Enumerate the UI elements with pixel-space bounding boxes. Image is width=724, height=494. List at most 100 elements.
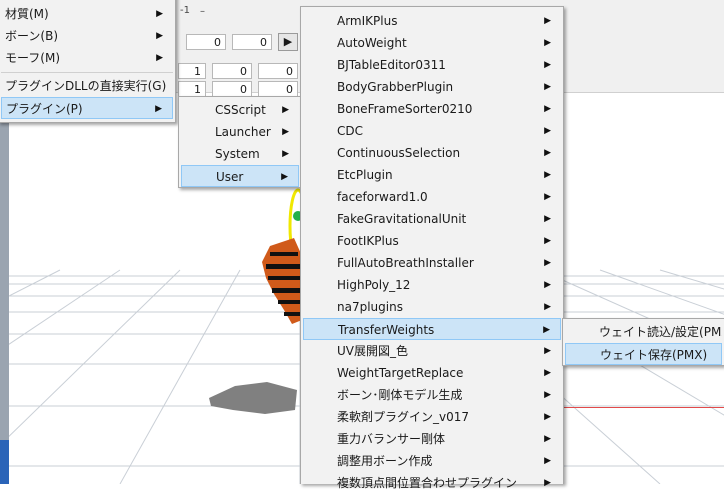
menu-item-launcher[interactable]: Launcher ▶	[181, 121, 299, 143]
menu-separator	[1, 72, 173, 73]
panel-dash: –	[200, 6, 205, 17]
menu-item-label: ウェイト読込/設定(PMX)	[599, 325, 722, 339]
menu-item-bone[interactable]: ボーン(B) ▶	[1, 25, 173, 47]
menu-item-label: User	[216, 170, 244, 184]
menu-item-label: ボーン(B)	[5, 29, 58, 43]
menu-item-label: FootIKPlus	[337, 234, 399, 248]
submenu-arrow-icon: ▶	[544, 390, 551, 400]
menu-item-plugin-entry[interactable]: AutoWeight ▶	[303, 32, 561, 54]
menu-item-system[interactable]: System ▶	[181, 143, 299, 165]
menu-item-label: FakeGravitationalUnit	[337, 212, 467, 226]
menu-item-plugin-entry[interactable]: 複数頂点間位置合わせプラグイン ▶	[303, 472, 561, 494]
menu-item-plugin-entry[interactable]: na7plugins ▶	[303, 296, 561, 318]
submenu-arrow-icon: ▶	[544, 434, 551, 444]
menu-item-label: FullAutoBreathInstaller	[337, 256, 474, 270]
menu-item-plugin-entry[interactable]: FullAutoBreathInstaller ▶	[303, 252, 561, 274]
menu-item-run-plugin-dll[interactable]: プラグインDLLの直接実行(G)	[1, 75, 173, 97]
menu-item-plugin-entry[interactable]: ボーン･剛体モデル生成 ▶	[303, 384, 561, 406]
menu-item-user[interactable]: User ▶	[181, 165, 299, 187]
submenu-arrow-icon: ▶	[544, 412, 551, 422]
menu-item-plugin-entry[interactable]: HighPoly_12 ▶	[303, 274, 561, 296]
submenu-arrow-icon: ▶	[282, 149, 289, 159]
menu-item-label: UV展開図_色	[337, 344, 408, 358]
value-field[interactable]: 1	[178, 81, 206, 97]
submenu-arrow-icon: ▶	[544, 38, 551, 48]
menu-item-plugin-entry[interactable]: faceforward1.0 ▶	[303, 186, 561, 208]
menu-item-label: ボーン･剛体モデル生成	[337, 388, 463, 402]
submenu-arrow-icon: ▶	[282, 127, 289, 137]
submenu-arrow-icon: ▶	[544, 60, 551, 70]
submenu-arrow-icon: ▶	[544, 236, 551, 246]
value-field[interactable]: 1	[178, 63, 206, 79]
transferweights-submenu: ウェイト読込/設定(PMX) ウェイト保存(PMX)	[562, 318, 724, 366]
menu-item-plugin-entry[interactable]: 調整用ボーン作成 ▶	[303, 450, 561, 472]
menu-item-plugin-entry[interactable]: 重力バランサー剛体 ▶	[303, 428, 561, 450]
submenu-arrow-icon: ▶	[544, 258, 551, 268]
menu-item-plugin[interactable]: プラグイン(P) ▶	[1, 97, 173, 119]
menu-item-label: HighPoly_12	[337, 278, 411, 292]
menu-item-label: 材質(M)	[5, 7, 49, 21]
next-button[interactable]: ▶	[278, 33, 298, 51]
menu-item-label: 複数頂点間位置合わせプラグイン	[337, 476, 518, 490]
menu-item-plugin-entry[interactable]: ContinuousSelection ▶	[303, 142, 561, 164]
submenu-arrow-icon: ▶	[544, 170, 551, 180]
menu-item-label: na7plugins	[337, 300, 403, 314]
menu-item-label: WeightTargetReplace	[337, 366, 464, 380]
submenu-arrow-icon: ▶	[544, 302, 551, 312]
menu-item-plugin-entry[interactable]: UV展開図_色 ▶	[303, 340, 561, 362]
menu-item-plugin-entry[interactable]: BodyGrabberPlugin ▶	[303, 76, 561, 98]
menu-item-plugin-entry[interactable]: ArmIKPlus ▶	[303, 10, 561, 32]
menu-item-label: EtcPlugin	[337, 168, 393, 182]
menu-item-save-weights[interactable]: ウェイト保存(PMX)	[565, 343, 722, 365]
user-plugins-submenu: ArmIKPlus ▶ AutoWeight ▶ BJTableEditor0311…	[300, 6, 564, 490]
menu-item-plugin-entry[interactable]: BoneFrameSorter0210 ▶	[303, 98, 561, 120]
submenu-arrow-icon: ▶	[544, 104, 551, 114]
menu-item-load-weights[interactable]: ウェイト読込/設定(PMX)	[565, 321, 722, 343]
menu-item-plugin-entry[interactable]: FootIKPlus ▶	[303, 230, 561, 252]
submenu-arrow-icon: ▶	[544, 280, 551, 290]
menu-item-label: faceforward1.0	[337, 190, 428, 204]
menu-item-plugin-entry[interactable]: 柔軟剤プラグイン_v017 ▶	[303, 406, 561, 428]
menu-item-label: モーフ(M)	[5, 51, 60, 65]
submenu-arrow-icon: ▶	[544, 16, 551, 26]
menu-item-label: BoneFrameSorter0210	[337, 102, 473, 116]
edit-menu: 材質(M) ▶ ボーン(B) ▶ モーフ(M) ▶ プラグインDLLの直接実行(…	[0, 0, 176, 123]
submenu-arrow-icon: ▶	[544, 368, 551, 378]
submenu-arrow-icon: ▶	[544, 82, 551, 92]
value-field[interactable]: 0	[232, 34, 272, 50]
menu-item-label: ArmIKPlus	[337, 14, 398, 28]
menu-item-plugin-entry[interactable]: FakeGravitationalUnit ▶	[303, 208, 561, 230]
menu-item-material[interactable]: 材質(M) ▶	[1, 3, 173, 25]
submenu-arrow-icon: ▶	[156, 53, 163, 63]
submenu-arrow-icon: ▶	[155, 104, 162, 114]
menu-item-label: プラグイン(P)	[6, 102, 83, 116]
value-field[interactable]: 0	[258, 63, 298, 79]
menu-item-plugin-entry[interactable]: EtcPlugin ▶	[303, 164, 561, 186]
menu-item-label: TransferWeights	[338, 323, 435, 337]
submenu-arrow-icon: ▶	[544, 346, 551, 356]
menu-item-label: 調整用ボーン作成	[337, 454, 433, 468]
menu-item-label: 柔軟剤プラグイン_v017	[337, 410, 470, 424]
menu-item-label: BodyGrabberPlugin	[337, 80, 454, 94]
menu-item-plugin-entry[interactable]: WeightTargetReplace ▶	[303, 362, 561, 384]
menu-item-label: 重力バランサー剛体	[337, 432, 446, 446]
menu-item-label: System	[215, 147, 260, 161]
value-field[interactable]: 0	[212, 81, 252, 97]
submenu-arrow-icon: ▶	[543, 325, 550, 335]
value-field[interactable]: 0	[258, 81, 298, 97]
menu-item-transferweights[interactable]: TransferWeights ▶	[303, 318, 561, 340]
axis-line	[562, 407, 724, 408]
submenu-arrow-icon: ▶	[156, 31, 163, 41]
menu-item-plugin-entry[interactable]: CDC ▶	[303, 120, 561, 142]
menu-item-morph[interactable]: モーフ(M) ▶	[1, 47, 173, 69]
menu-item-label: CSScript	[215, 103, 266, 117]
menu-item-plugin-entry[interactable]: BJTableEditor0311 ▶	[303, 54, 561, 76]
menu-item-label: BJTableEditor0311	[337, 58, 446, 72]
submenu-arrow-icon: ▶	[544, 456, 551, 466]
submenu-arrow-icon: ▶	[544, 126, 551, 136]
submenu-arrow-icon: ▶	[156, 9, 163, 19]
menu-item-csscript[interactable]: CSScript ▶	[181, 99, 299, 121]
menu-item-label: AutoWeight	[337, 36, 407, 50]
value-field[interactable]: 0	[186, 34, 226, 50]
value-field[interactable]: 0	[212, 63, 252, 79]
